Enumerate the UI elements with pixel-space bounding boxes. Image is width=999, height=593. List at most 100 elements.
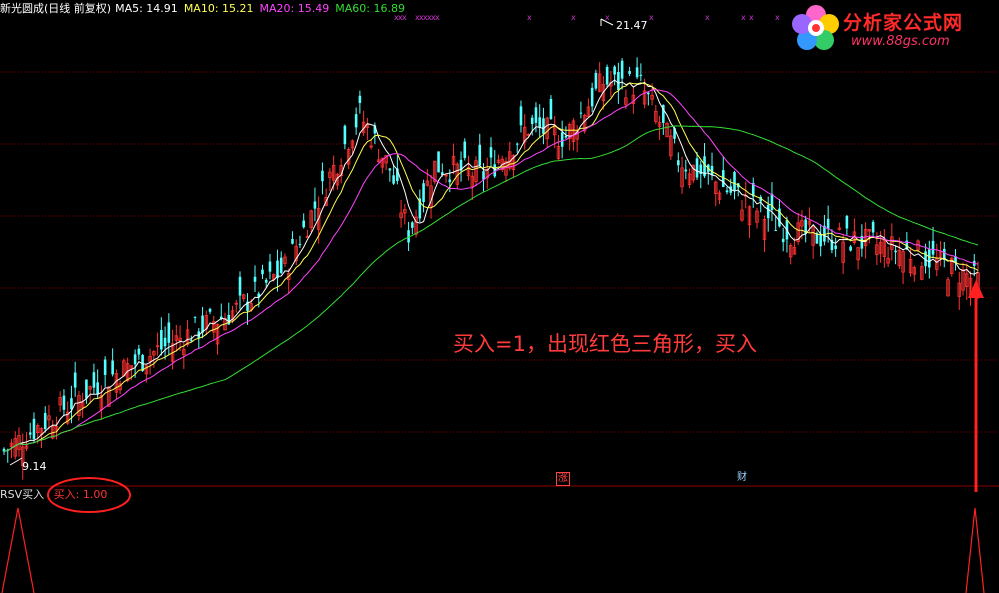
candle-body-down	[193, 316, 197, 318]
ma10-readout: MA10: 15.21	[183, 2, 254, 15]
candle-body-down	[774, 230, 778, 232]
candle-body-down	[684, 169, 688, 172]
candle-body-down	[32, 418, 36, 440]
candle-body-down	[579, 112, 583, 114]
rsv-signal-spike	[1, 507, 35, 593]
candle-body-down	[695, 158, 699, 178]
candle-body-down	[542, 118, 545, 134]
marker-row: xxxxxxxxxxxxxxxxx	[394, 13, 780, 22]
logo-url: www.88gs.com	[851, 34, 950, 49]
candle-body-down	[92, 372, 96, 388]
candle-body-down	[103, 359, 107, 375]
candle-body-down	[826, 218, 830, 229]
candle-body-down	[238, 276, 242, 296]
candle-body-down	[43, 413, 47, 430]
candle-body-down	[70, 398, 73, 410]
candle-body-down	[163, 337, 167, 347]
candle-body-down	[28, 432, 32, 435]
candle-body-down	[617, 71, 620, 90]
candle-body-down	[201, 315, 204, 333]
price-grid	[0, 71, 999, 487]
kline-chart[interactable]: xxxxxxxxxxxxxxxxx 21.47 9.14	[0, 0, 999, 593]
candle-body-down	[725, 190, 729, 193]
signal-x-mark: x	[435, 13, 440, 22]
candle-body-down	[253, 276, 257, 282]
candle-body-down	[208, 308, 212, 312]
candle-body-down	[493, 164, 497, 177]
low-price-label: 9.14	[22, 460, 47, 473]
candle-body-down	[534, 107, 538, 123]
indicator-value: 买入: 1.00	[53, 488, 108, 501]
zhang-badge[interactable]: 涨	[556, 472, 570, 486]
indicator-name: RSV买入	[0, 488, 45, 501]
candle-body-down	[133, 354, 137, 365]
ma5-line	[3, 79, 979, 452]
candle-body-down	[478, 144, 482, 165]
ma5-readout: MA5: 14.91	[115, 2, 178, 15]
cai-badge[interactable]: 财	[736, 472, 748, 484]
candle-body-down	[463, 141, 467, 158]
candle-body-down	[677, 160, 680, 166]
candle-body-down	[291, 239, 294, 244]
ma60-line	[3, 125, 979, 452]
candle-body-down	[613, 66, 616, 75]
candle-body-down	[564, 136, 568, 138]
candle-body-down	[639, 74, 643, 76]
candle-body-down	[62, 395, 66, 410]
signal-x-mark: x	[705, 13, 710, 22]
candle-body-down	[343, 125, 347, 145]
stock-name: 新光圆成(日线 前复权)	[0, 2, 112, 15]
high-price-label: 21.47	[616, 19, 648, 32]
site-logo[interactable]: 分析家公式网 www.88gs.com	[791, 4, 991, 52]
candle-body-down	[437, 151, 440, 173]
candle-body-down	[111, 360, 114, 375]
candle-body-down	[845, 215, 849, 229]
candle-body-down	[388, 168, 392, 171]
buy-signal-arrow	[968, 280, 984, 492]
low-price-marker: 9.14	[9, 457, 47, 473]
candle-body-down	[594, 72, 598, 89]
candle-body-down	[781, 238, 785, 243]
signal-x-mark: x	[527, 13, 532, 22]
signal-x-mark: x	[649, 13, 654, 22]
candle-body-down	[85, 379, 88, 399]
candle-body-down	[448, 179, 452, 183]
signal-x-mark: x	[749, 13, 754, 22]
candle-body-down	[167, 322, 171, 343]
candle-body-down	[137, 348, 141, 355]
rsv-signal-spike	[965, 507, 985, 593]
candle-body-down	[530, 117, 534, 125]
signal-x-mark: x	[741, 13, 746, 22]
indicator-header: RSV买入 买入: 1.00	[0, 486, 107, 504]
candle-body-down	[422, 183, 425, 202]
signal-x-mark: x	[571, 13, 576, 22]
logo-title: 分析家公式网	[843, 12, 964, 34]
flower-icon	[792, 5, 839, 50]
candle-body-down	[298, 243, 302, 245]
candle-body-down	[358, 95, 362, 103]
candlestick-series	[2, 57, 980, 480]
candle-body-down	[849, 246, 852, 251]
candle-body-down	[302, 220, 305, 228]
candle-body-down	[489, 147, 493, 158]
candle-body-down	[931, 240, 935, 255]
candle-body-down	[268, 261, 272, 272]
candle-body-down	[411, 222, 414, 228]
indicator-panel	[1, 507, 985, 593]
ma20-readout: MA20: 15.49	[259, 2, 330, 15]
candle-body-down	[928, 249, 931, 268]
candle-body-down	[354, 114, 358, 128]
candle-body-down	[549, 98, 553, 120]
candle-body-down	[590, 87, 594, 107]
buy-annotation: 买入=1，出现红色三角形，买入	[453, 332, 757, 356]
candle-body-down	[894, 250, 897, 253]
chart-header: 新光圆成(日线 前复权) MA5: 14.91 MA10: 15.21 MA20: 1…	[0, 0, 411, 18]
candle-body-down	[313, 201, 317, 209]
ma60-readout: MA60: 16.89	[335, 2, 405, 15]
candle-body-down	[733, 172, 736, 191]
candle-body-down	[871, 221, 875, 233]
candle-body-down	[321, 170, 324, 182]
candle-body-down	[515, 143, 519, 145]
candle-body-down	[276, 260, 279, 279]
candle-body-down	[819, 235, 822, 247]
